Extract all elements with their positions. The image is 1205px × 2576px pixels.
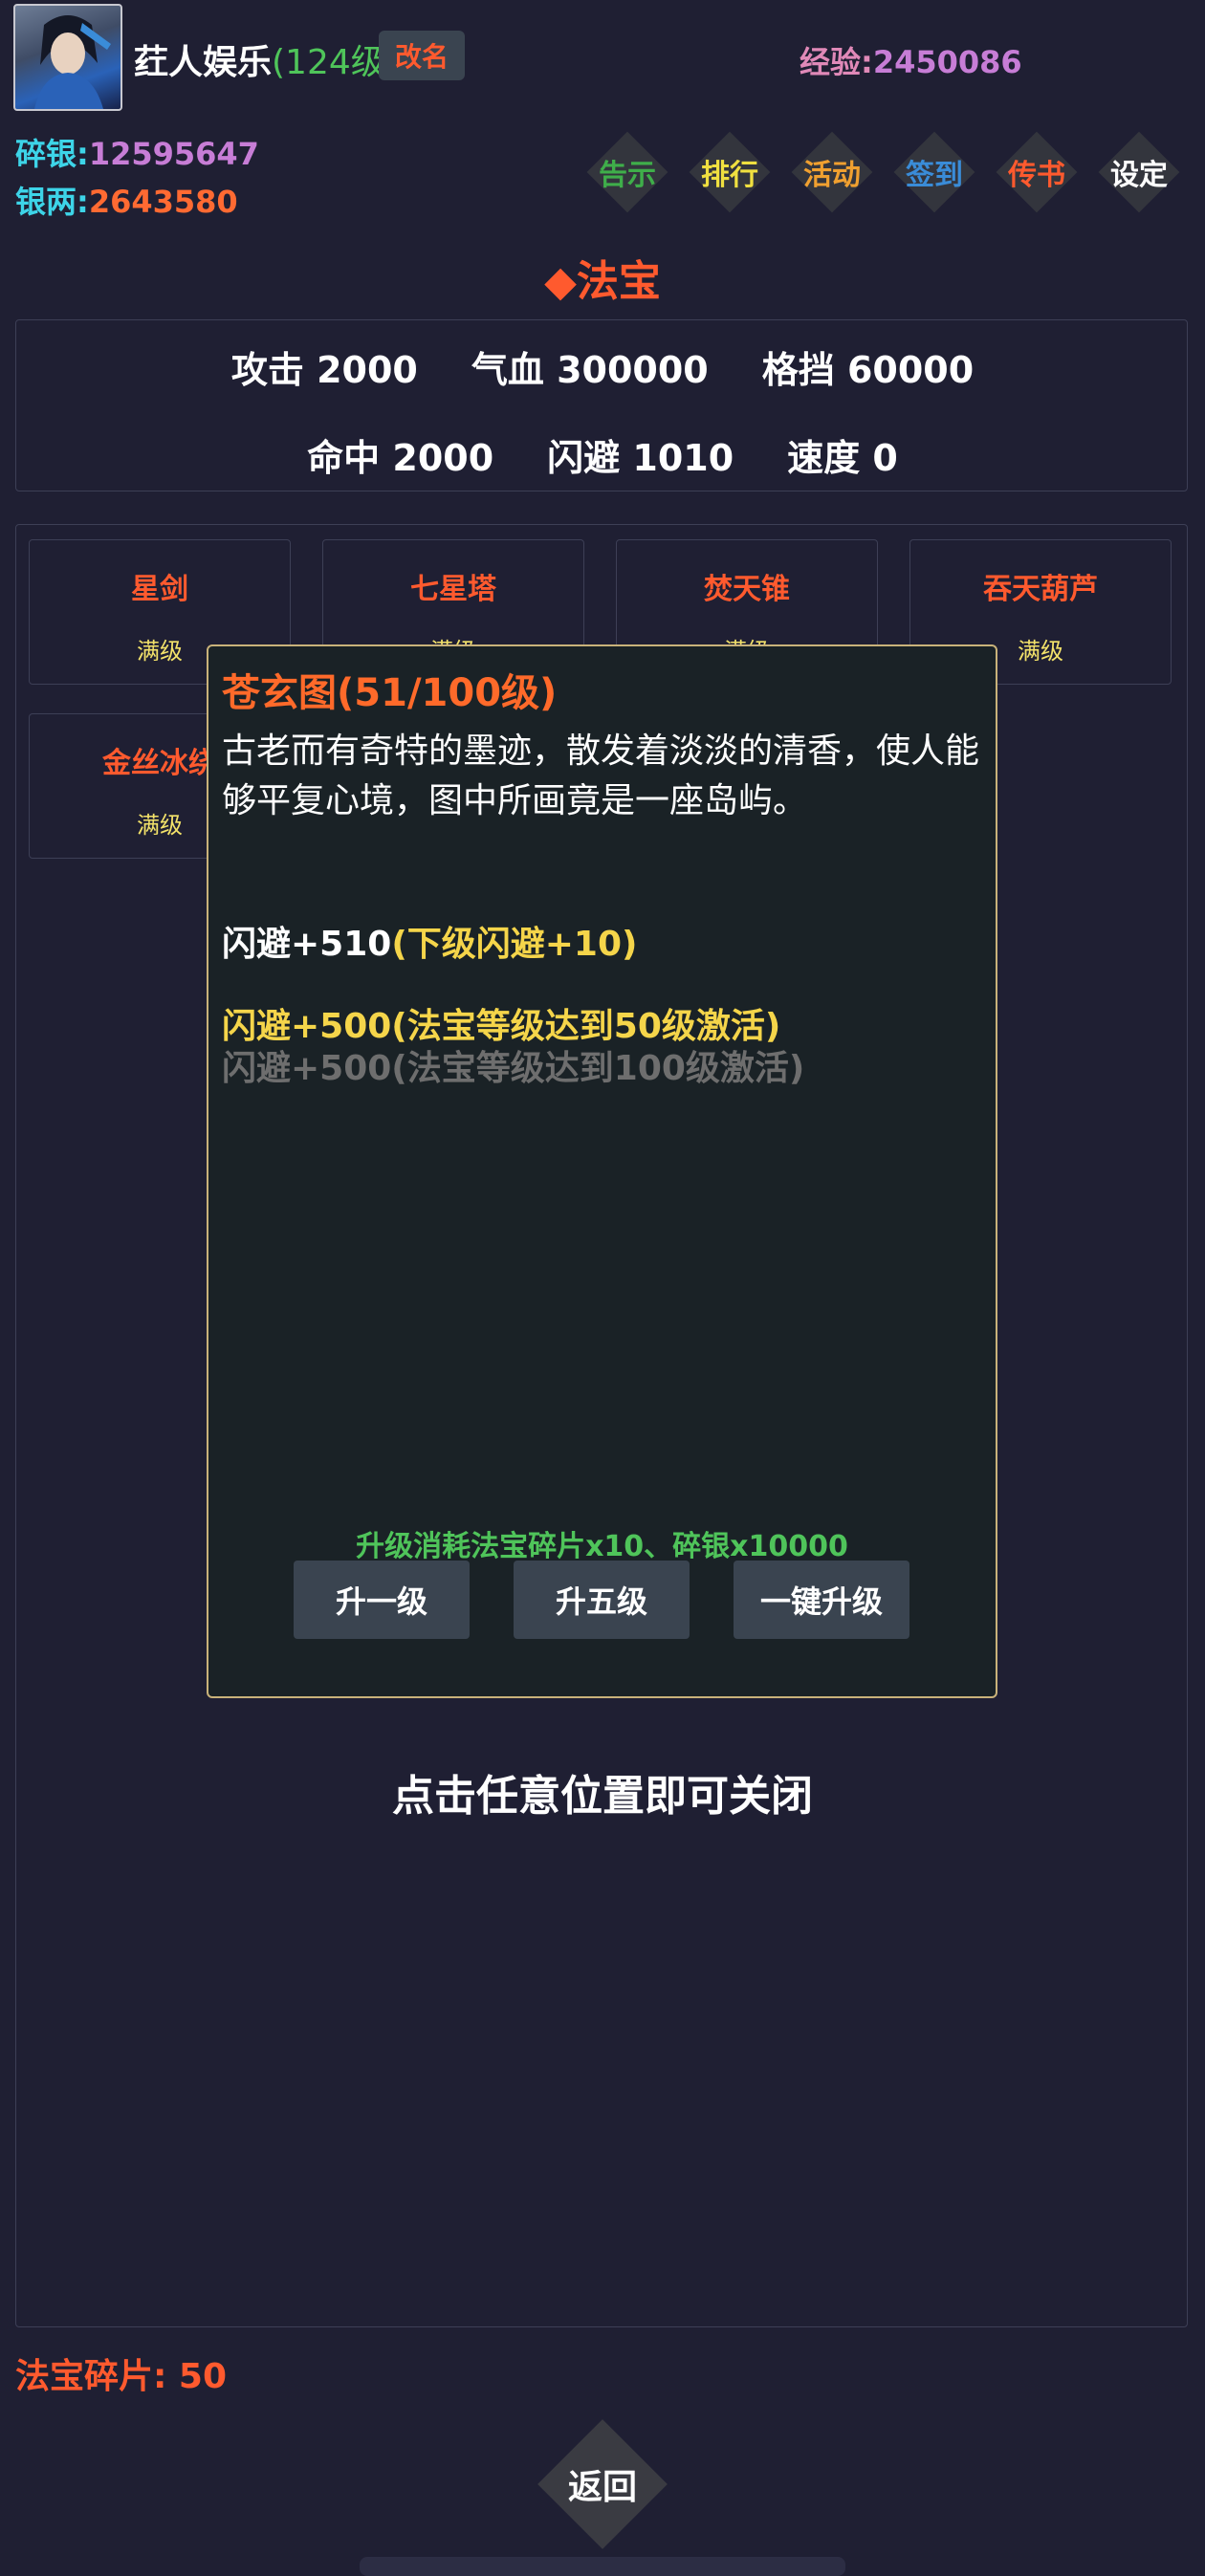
stat-speed: 速度 0 xyxy=(787,437,898,479)
menu-checkin-label: 签到 xyxy=(906,159,963,192)
avatar-portrait-icon xyxy=(34,15,111,109)
back-label: 返回 xyxy=(567,2468,637,2507)
stat-attack: 攻击 2000 xyxy=(230,349,418,391)
close-hint[interactable]: 点击任意位置即可关闭 xyxy=(0,1761,1205,1823)
bottom-bar xyxy=(360,2557,845,2576)
player-avatar[interactable] xyxy=(13,4,122,111)
player-name: 荭人娱乐(124级) xyxy=(134,34,399,84)
back-button[interactable]: 返回 xyxy=(526,2419,679,2549)
menu-ranking-label: 排行 xyxy=(701,159,758,192)
money-label: 银两: xyxy=(15,184,89,220)
menu-event-label: 活动 xyxy=(803,159,861,192)
silver-label: 碎银: xyxy=(15,136,89,172)
page-title: ◆法宝 xyxy=(0,247,1205,308)
popup-effect-current: 闪避+510 xyxy=(222,925,392,964)
money-display: 银两:2643580 xyxy=(15,178,238,222)
stat-hit: 命中 2000 xyxy=(307,437,494,479)
menu-notice-label: 告示 xyxy=(599,159,656,192)
menu-settings-label: 设定 xyxy=(1110,159,1168,192)
treasure-fragments-count: 法宝碎片: 50 xyxy=(15,2357,228,2396)
exp-display: 经验:2450086 xyxy=(800,38,1022,82)
menu-event-button[interactable]: 活动 xyxy=(782,122,882,222)
stat-block: 格挡 60000 xyxy=(761,349,975,391)
page-title-text: 法宝 xyxy=(576,257,661,306)
menu-notice-button[interactable]: 告示 xyxy=(578,122,677,222)
treasure-name: 焚天锥 xyxy=(704,573,790,606)
menu-mail-button[interactable]: 传书 xyxy=(987,122,1086,222)
menu-mail-label: 传书 xyxy=(1008,159,1065,192)
rename-button[interactable]: 改名 xyxy=(379,31,465,80)
popup-bonus-inactive: 闪避+500(法宝等级达到100级激活) xyxy=(222,1049,805,1088)
upgrade-one-button[interactable]: 升一级 xyxy=(294,1561,470,1639)
popup-current-effect: 闪避+510(下级闪避+10) xyxy=(222,916,637,966)
player-name-text: 荭人娱乐 xyxy=(134,43,273,82)
popup-description: 古老而有奇特的墨迹，散发着淡淡的清香，使人能够平复心境，图中所画竟是一座岛屿。 xyxy=(222,731,980,820)
stat-hp: 气血 300000 xyxy=(471,349,709,391)
menu-ranking-button[interactable]: 排行 xyxy=(680,122,779,222)
treasure-name: 七星塔 xyxy=(410,573,496,606)
treasure-name: 吞天葫芦 xyxy=(983,573,1098,606)
popup-upgrade-cost: 升级消耗法宝碎片x10、碎银x10000 xyxy=(356,1530,848,1563)
stat-dodge: 闪避 1010 xyxy=(547,437,734,479)
popup-effect-next: (下级闪避+10) xyxy=(391,925,638,964)
treasure-name: 星剑 xyxy=(131,573,188,606)
popup-title: 苍玄图(51/100级) xyxy=(222,671,558,715)
silver-display: 碎银:12595647 xyxy=(15,130,259,174)
exp-value: 2450086 xyxy=(872,44,1022,80)
stats-row-2: 命中 2000 闪避 1010 速度 0 xyxy=(0,428,1205,481)
diamond-icon: ◆ xyxy=(544,257,577,306)
upgrade-max-button[interactable]: 一键升级 xyxy=(734,1561,909,1639)
menu-settings-button[interactable]: 设定 xyxy=(1089,122,1189,222)
menu-checkin-button[interactable]: 签到 xyxy=(885,122,984,222)
exp-label: 经验: xyxy=(800,44,873,80)
upgrade-five-button[interactable]: 升五级 xyxy=(514,1561,690,1639)
silver-value: 12595647 xyxy=(88,136,259,172)
money-value: 2643580 xyxy=(88,184,238,220)
stats-row-1: 攻击 2000 气血 300000 格挡 60000 xyxy=(0,340,1205,393)
